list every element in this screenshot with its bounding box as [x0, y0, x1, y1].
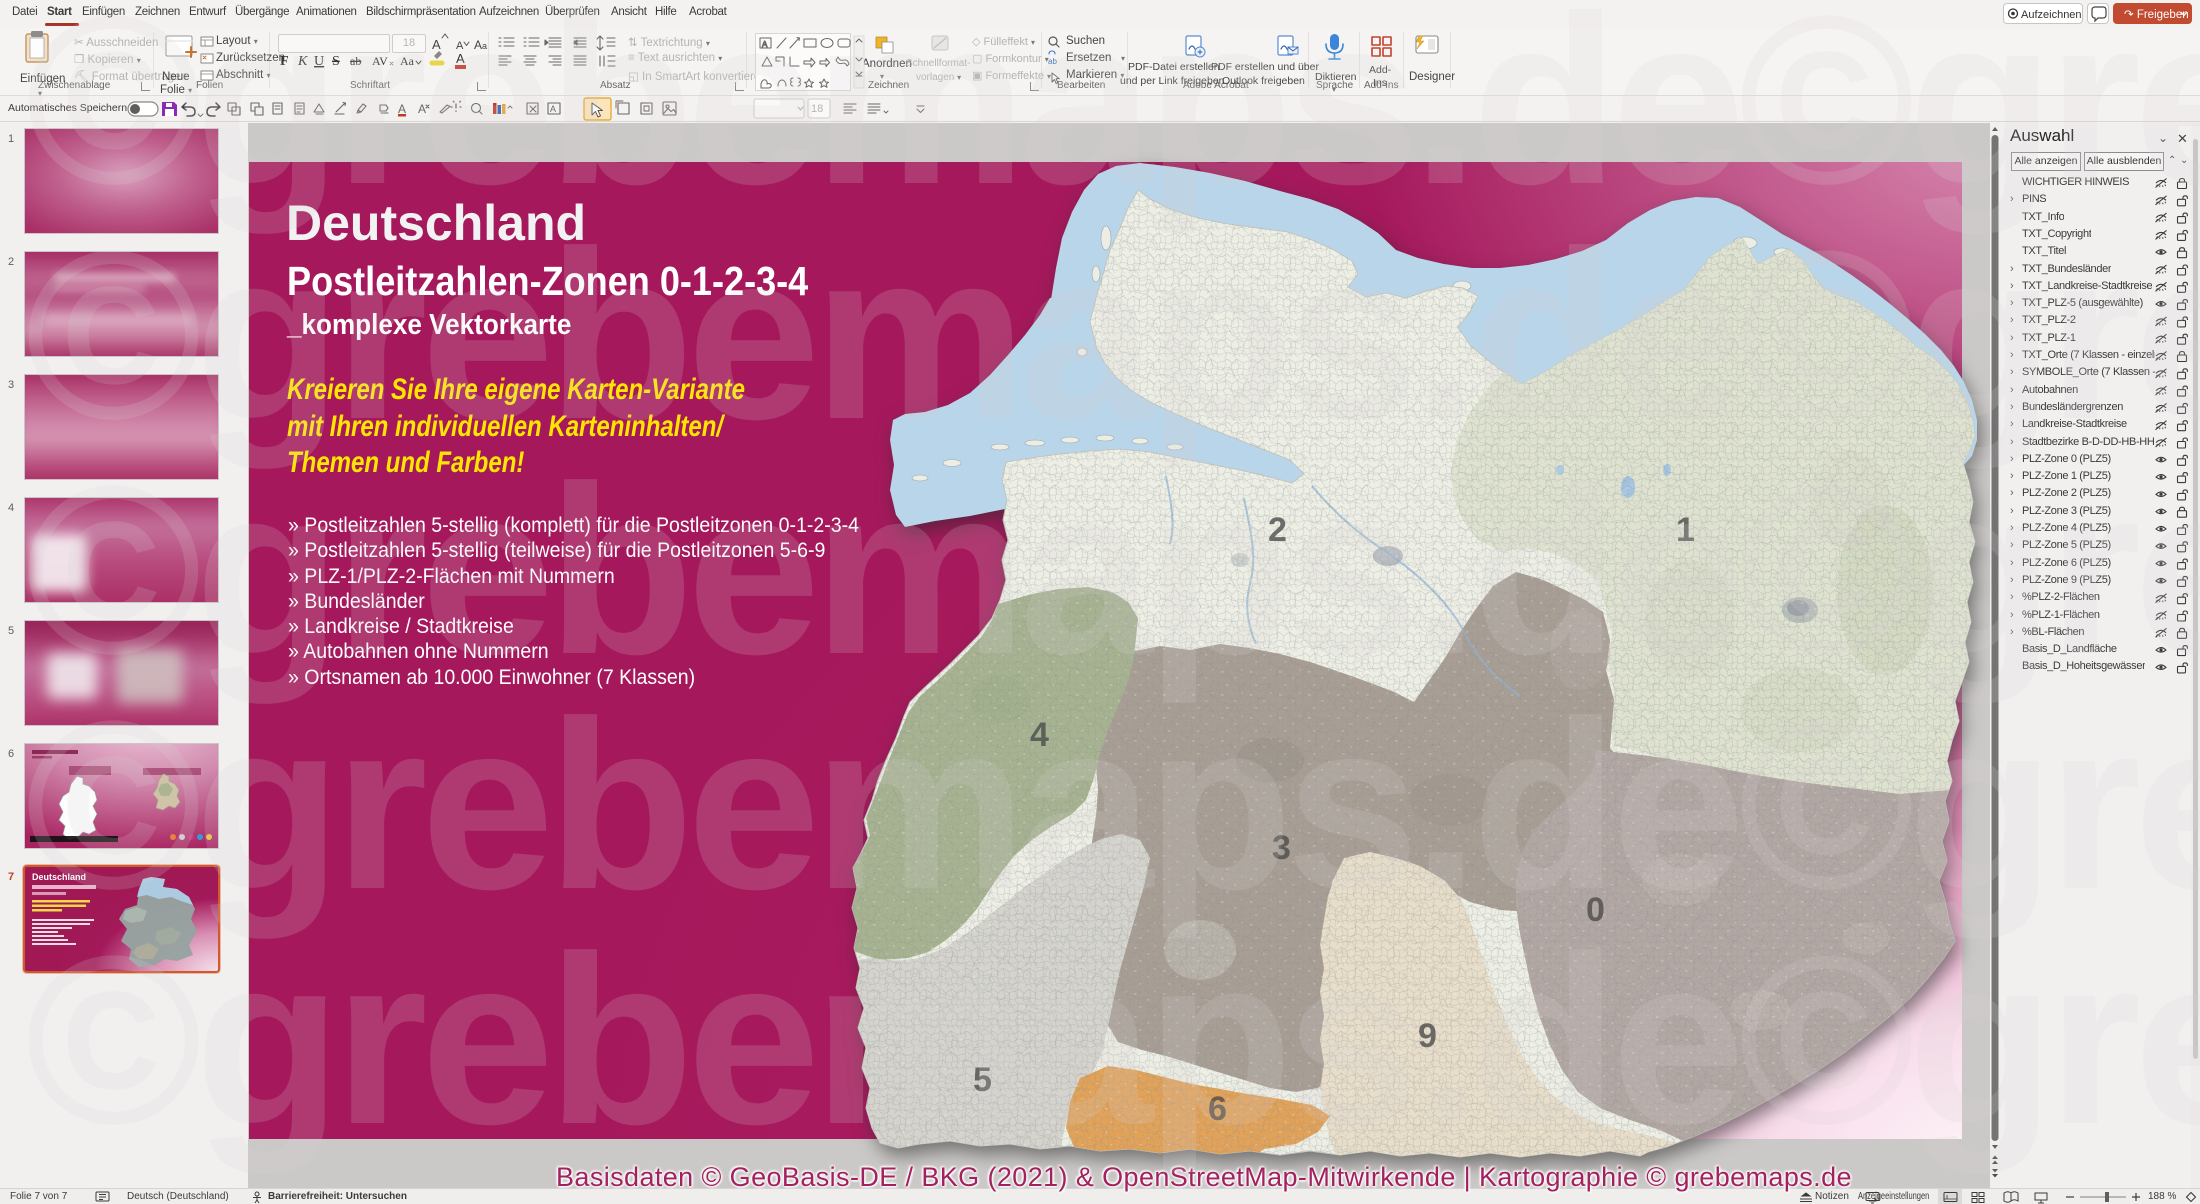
svg-text:4: 4 [1030, 716, 1049, 754]
svg-text:1: 1 [1676, 511, 1695, 549]
svg-text:3: 3 [1272, 829, 1291, 867]
svg-text:2: 2 [1268, 511, 1287, 549]
svg-text:6: 6 [1208, 1090, 1227, 1128]
svg-text:0: 0 [1586, 891, 1605, 929]
svg-text:9: 9 [1418, 1017, 1437, 1055]
svg-text:5: 5 [973, 1061, 992, 1099]
